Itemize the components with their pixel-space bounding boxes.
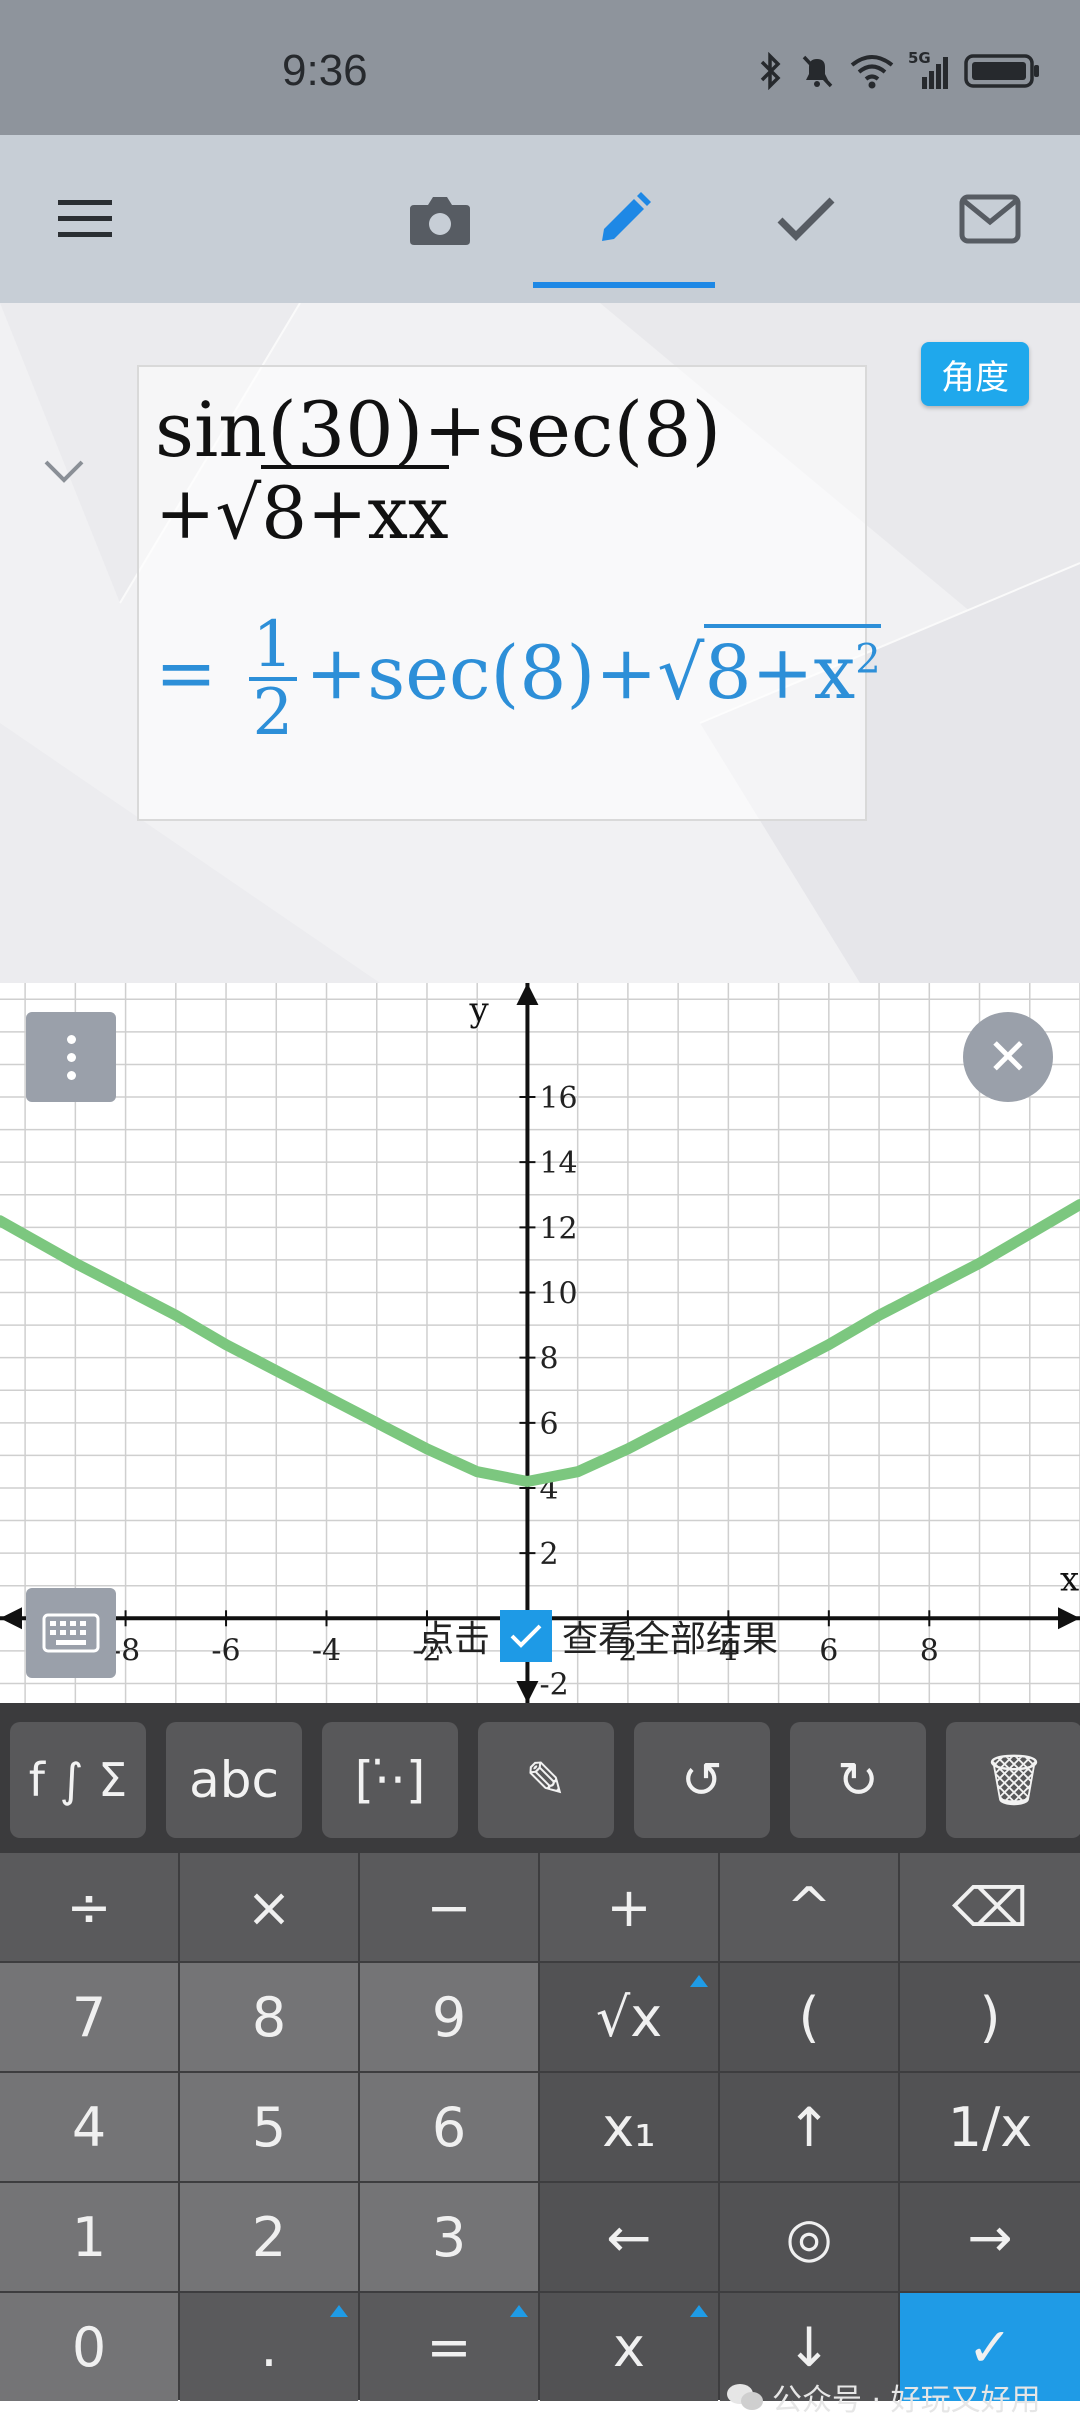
key-9[interactable]: 9 [360, 1963, 538, 2071]
key-4[interactable]: 4 [0, 2073, 178, 2181]
chevron-down-icon[interactable] [42, 458, 86, 486]
y-tick-label: 2 [539, 1537, 558, 1572]
reciprocal-key[interactable]: 1/x [900, 2073, 1080, 2181]
delete-all-key[interactable]: 🗑 [946, 1722, 1080, 1838]
key-3[interactable]: 3 [360, 2183, 538, 2291]
expression-box[interactable]: sin(30)+sec(8) +√8+xx = 1 2 +sec(8)+√8+x… [137, 365, 881, 821]
y-tick-label: 14 [539, 1146, 577, 1181]
pencil-icon [602, 192, 651, 241]
function-plot[interactable]: xy -8 -6 -4 -2 2 4 6 8246810121416-2 [0, 983, 1080, 1703]
minus-key[interactable]: − [360, 1853, 538, 1961]
x-axis-arrow-right [1058, 1607, 1080, 1630]
dot [66, 1052, 76, 1062]
y-tick-label: 12 [539, 1211, 577, 1246]
x-tick-label: 6 [819, 1633, 838, 1668]
expression-line-1: sin(30)+sec(8) [155, 385, 722, 474]
y-tick-label: 8 [539, 1342, 558, 1377]
result-fraction: 1 2 [248, 613, 298, 745]
key-6[interactable]: 6 [360, 2073, 538, 2181]
status-time: 9:36 [282, 46, 368, 95]
key-5[interactable]: 5 [180, 2073, 358, 2181]
mute-bell-icon [802, 55, 833, 88]
key-7[interactable]: 7 [0, 1963, 178, 2071]
keyboard-icon [42, 1613, 100, 1653]
close-icon: ✕ [987, 1028, 1029, 1086]
result-expression: = 1 2 +sec(8)+√8+x2 [155, 608, 881, 750]
mail-icon [959, 194, 1021, 244]
close-graph-button[interactable]: ✕ [963, 1012, 1053, 1102]
long-press-indicator [690, 2305, 708, 2317]
wifi-icon [850, 55, 894, 89]
key-8[interactable]: 8 [180, 1963, 358, 2071]
battery-icon [964, 54, 1039, 88]
undo-key[interactable]: ↺ [634, 1722, 770, 1838]
tab-camera[interactable] [360, 135, 520, 303]
wechat-icon [727, 2384, 763, 2410]
view-all-results-hint[interactable]: 点击 查看全部结果 [418, 1610, 778, 1662]
functions-key[interactable]: f ∫ Σ [10, 1722, 146, 1838]
graph-panel[interactable]: xy -8 -6 -4 -2 2 4 6 8 2 4 6 8 10 12 14 16 -2 [0, 983, 1080, 1703]
y-tick-label: 6 [539, 1407, 558, 1442]
key-0[interactable]: 0 [0, 2293, 178, 2401]
close-paren-key[interactable]: ) [900, 1963, 1080, 2071]
arrow-left-key[interactable]: ← [540, 2183, 718, 2291]
expression-line-2: +√8+xx [155, 465, 449, 555]
abc-key[interactable]: abc [166, 1722, 302, 1838]
x-tick-label: 8 [920, 1633, 939, 1668]
math-editor-area[interactable]: sin(30)+sec(8) +√8+xx = 1 2 +sec(8)+√8+x… [0, 303, 1080, 983]
y-tick-label: 10 [539, 1277, 577, 1312]
status-icons: 5G [758, 49, 1042, 90]
divide-key[interactable]: ÷ [0, 1853, 178, 1961]
dot [66, 1034, 76, 1044]
arrow-up-key[interactable]: ↑ [720, 2073, 898, 2181]
tab-check[interactable] [726, 135, 886, 303]
pen-settings-key[interactable]: ✎ [478, 1722, 614, 1838]
hamburger-menu-icon [58, 200, 112, 237]
long-press-indicator [330, 2305, 348, 2317]
signal-icon: 5G [908, 49, 950, 89]
camera-icon [410, 197, 470, 245]
tab-handwriting[interactable] [533, 135, 715, 303]
x-tick-label: -4 [312, 1633, 341, 1668]
open-paren-key[interactable]: ( [720, 1963, 898, 2071]
keyboard-toggle-button[interactable] [26, 1588, 116, 1678]
check-icon [510, 1624, 542, 1648]
power-key[interactable]: ^ [720, 1853, 898, 1961]
multiply-key[interactable]: × [180, 1853, 358, 1961]
bluetooth-icon [760, 52, 781, 90]
matrix-key[interactable]: [⋅̇⋅] [322, 1722, 458, 1838]
cursor-center-key[interactable]: ◎ [720, 2183, 898, 2291]
dot [66, 1070, 76, 1080]
long-press-indicator [690, 1975, 708, 1987]
arrow-right-key[interactable]: → [900, 2183, 1080, 2291]
x-axis-arrow-left [0, 1607, 22, 1630]
hamburger-menu-button[interactable] [30, 135, 140, 303]
checkmark-icon [777, 197, 835, 241]
tab-mail[interactable] [910, 135, 1070, 303]
status-bar: 9:36 5G [0, 0, 1080, 135]
top-toolbar [0, 135, 1080, 303]
key-1[interactable]: 1 [0, 2183, 178, 2291]
long-press-indicator [510, 2305, 528, 2317]
plus-key[interactable]: + [540, 1853, 718, 1961]
y-tick-label: 16 [539, 1081, 577, 1116]
checkbox-checked[interactable] [500, 1610, 553, 1662]
subscript-key[interactable]: x₁ [540, 2073, 718, 2181]
x-tick-label: -6 [211, 1633, 240, 1668]
y-tick-label: -2 [539, 1667, 568, 1702]
x-axis-label: x [1060, 1559, 1079, 1599]
angle-mode-button[interactable]: 角度 [921, 342, 1029, 406]
active-tab-indicator [533, 282, 715, 288]
key-2[interactable]: 2 [180, 2183, 358, 2291]
redo-key[interactable]: ↻ [790, 1722, 926, 1838]
y-axis-label: y [468, 990, 489, 1030]
watermark: 公众号 · 好玩又好用 [726, 2375, 1041, 2419]
backspace-key[interactable]: ⌫ [900, 1853, 1080, 1961]
y-axis-arrow-top [516, 983, 539, 1005]
graph-options-button[interactable] [26, 1012, 116, 1102]
